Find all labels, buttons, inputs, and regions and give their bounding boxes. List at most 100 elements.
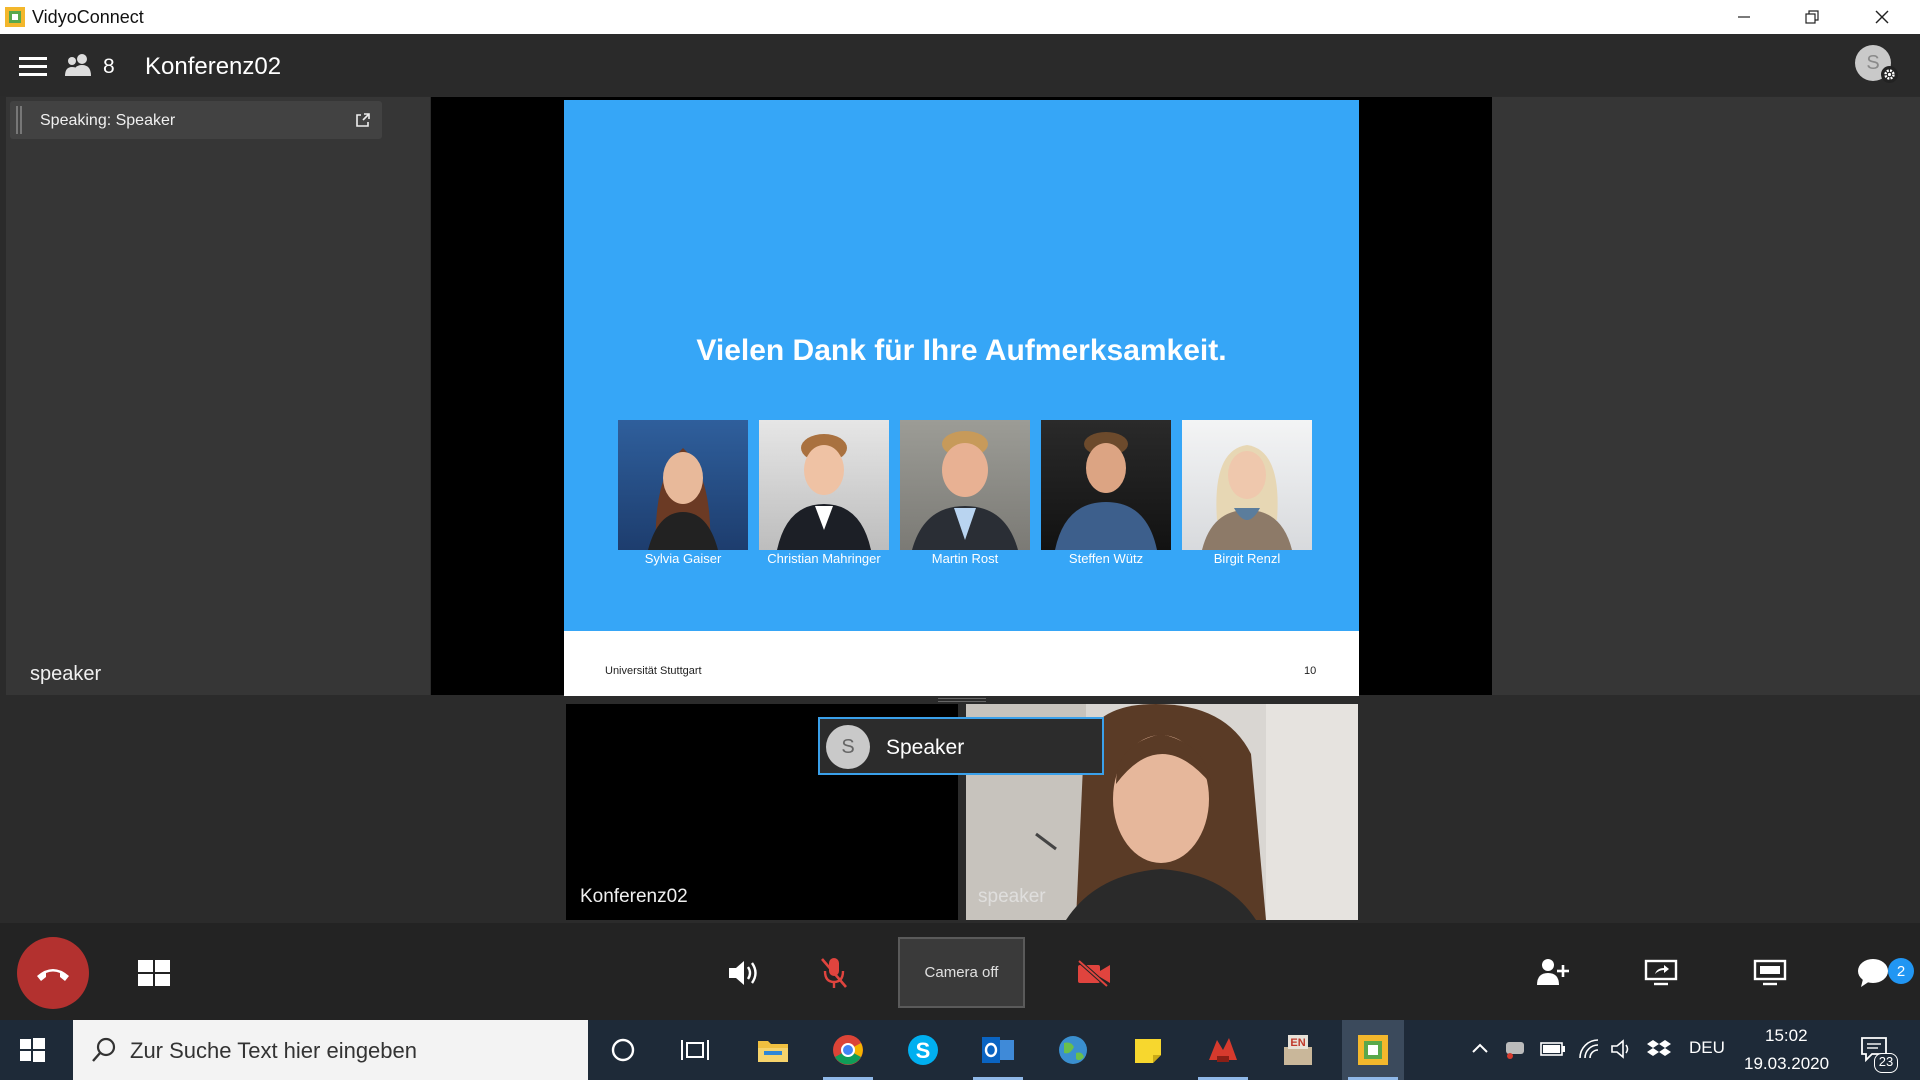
minimize-button[interactable] — [1716, 0, 1772, 34]
taskbar-search-input[interactable] — [130, 1038, 570, 1064]
cortana-button[interactable] — [592, 1020, 654, 1080]
menu-icon[interactable] — [18, 55, 48, 77]
task-view-button[interactable] — [664, 1020, 726, 1080]
clock-date[interactable]: 19.03.2020 — [1744, 1054, 1829, 1074]
volume-icon[interactable] — [1610, 1038, 1634, 1060]
conference-tile-label: Konferenz02 — [580, 886, 688, 907]
speaker-tile-label: speaker — [978, 886, 1046, 907]
right-empty-panel — [1492, 97, 1920, 695]
chat-unread-badge: 2 — [1888, 958, 1914, 984]
active-speaker-panel — [6, 97, 430, 695]
clock-time[interactable]: 15:02 — [1765, 1026, 1808, 1046]
camera-button[interactable] — [1073, 953, 1115, 993]
taskbar-outlook[interactable] — [967, 1020, 1029, 1080]
windows-start-icon[interactable] — [18, 1036, 46, 1064]
sticky-notes-icon — [1135, 1039, 1161, 1063]
taskbar-sticky-notes[interactable] — [1117, 1020, 1179, 1080]
portrait-image — [1055, 432, 1157, 550]
svg-text:S: S — [916, 1038, 931, 1063]
portrait-image — [648, 448, 718, 550]
notification-count: 23 — [1874, 1053, 1898, 1073]
layout-icon — [138, 960, 170, 986]
microphone-button[interactable] — [814, 953, 854, 993]
person-name: Steffen Wütz — [1068, 551, 1144, 566]
team-photo — [759, 420, 889, 550]
cortana-icon — [611, 1038, 635, 1062]
outlook-icon — [982, 1037, 1014, 1063]
camera-off-icon — [1077, 959, 1110, 987]
share-screen-button[interactable] — [1640, 953, 1682, 991]
resize-handle[interactable] — [938, 698, 986, 702]
slide-footer — [564, 631, 1359, 696]
team-photo — [1041, 420, 1171, 550]
language-app-icon: EN — [1284, 1035, 1312, 1065]
share-screen-icon — [1644, 959, 1678, 986]
taskbar-globe-app[interactable] — [1042, 1020, 1104, 1080]
hangup-icon — [37, 969, 69, 981]
tray-app-icon[interactable] — [1502, 1038, 1528, 1060]
app-icon — [1209, 1038, 1237, 1062]
wifi-icon[interactable] — [1578, 1038, 1600, 1060]
minimize-icon — [1738, 16, 1750, 18]
presentation-slide — [564, 100, 1359, 696]
slide-university: Universität Stuttgart — [605, 665, 702, 677]
show-hidden-icons-icon[interactable] — [1470, 1040, 1490, 1056]
dropbox-icon[interactable] — [1646, 1038, 1672, 1060]
taskbar-chrome[interactable] — [817, 1020, 879, 1080]
taskbar-skype[interactable]: S — [892, 1020, 954, 1080]
vidyo-logo-icon — [5, 7, 25, 27]
task-view-icon — [681, 1040, 709, 1060]
search-icon — [92, 1037, 116, 1062]
app-header — [0, 34, 1920, 96]
participants-icon[interactable] — [62, 52, 94, 78]
layout-button[interactable] — [134, 954, 174, 992]
battery-icon[interactable] — [1540, 1040, 1566, 1058]
person-name: Sylvia Gaiser — [644, 551, 722, 566]
taskbar-vidyoconnect[interactable] — [1342, 1020, 1404, 1080]
display-button[interactable] — [1749, 953, 1791, 991]
mic-muted-icon — [821, 958, 847, 988]
close-icon — [1875, 10, 1889, 24]
speaker-icon — [729, 961, 757, 985]
person-name: Martin Rost — [931, 551, 999, 566]
person-name: Christian Mahringer — [767, 551, 881, 566]
team-photo — [618, 420, 748, 550]
taskbar-file-explorer[interactable] — [742, 1020, 804, 1080]
chat-icon — [1858, 959, 1888, 987]
drag-handle[interactable] — [16, 106, 22, 134]
person-name: Birgit Renzl — [1213, 551, 1281, 566]
taskbar-app-red[interactable] — [1192, 1020, 1254, 1080]
globe-icon — [1059, 1036, 1087, 1064]
vidyo-icon — [1358, 1035, 1388, 1065]
add-participant-button[interactable] — [1532, 953, 1572, 991]
camera-status-button[interactable]: Camera off — [898, 937, 1025, 1008]
slide-title: Vielen Dank für Ihre Aufmerksamkeit. — [696, 334, 1227, 367]
chat-button[interactable] — [1853, 953, 1893, 993]
portrait-image — [1202, 445, 1292, 550]
taskbar-language-app[interactable]: EN — [1267, 1020, 1329, 1080]
restore-button[interactable] — [1784, 0, 1840, 34]
settings-button[interactable] — [1881, 66, 1898, 83]
restore-icon — [1805, 10, 1819, 24]
input-language-indicator[interactable]: DEU — [1689, 1038, 1725, 1058]
team-photo — [900, 420, 1030, 550]
svg-text:EN: EN — [1290, 1037, 1305, 1049]
popout-icon[interactable] — [355, 112, 371, 128]
speaker-name-label: speaker — [30, 663, 102, 685]
window-titlebar — [0, 0, 1920, 34]
add-user-icon — [1537, 959, 1569, 985]
portrait-image — [912, 431, 1018, 550]
participant-count: 8 — [103, 55, 115, 78]
hangup-button[interactable] — [17, 937, 89, 1009]
chrome-icon — [833, 1035, 863, 1065]
speaker-volume-button[interactable] — [724, 953, 764, 993]
skype-icon: S — [908, 1035, 938, 1065]
monitor-icon — [1753, 959, 1787, 986]
speaker-popup-name: Speaker — [886, 736, 965, 759]
window-title: VidyoConnect — [32, 7, 144, 27]
speaker-popup-avatar: S — [826, 725, 870, 769]
close-button[interactable] — [1854, 0, 1910, 34]
portrait-image — [777, 434, 871, 550]
slide-page-number: 10 — [1304, 665, 1317, 677]
conference-title: Konferenz02 — [145, 53, 282, 80]
